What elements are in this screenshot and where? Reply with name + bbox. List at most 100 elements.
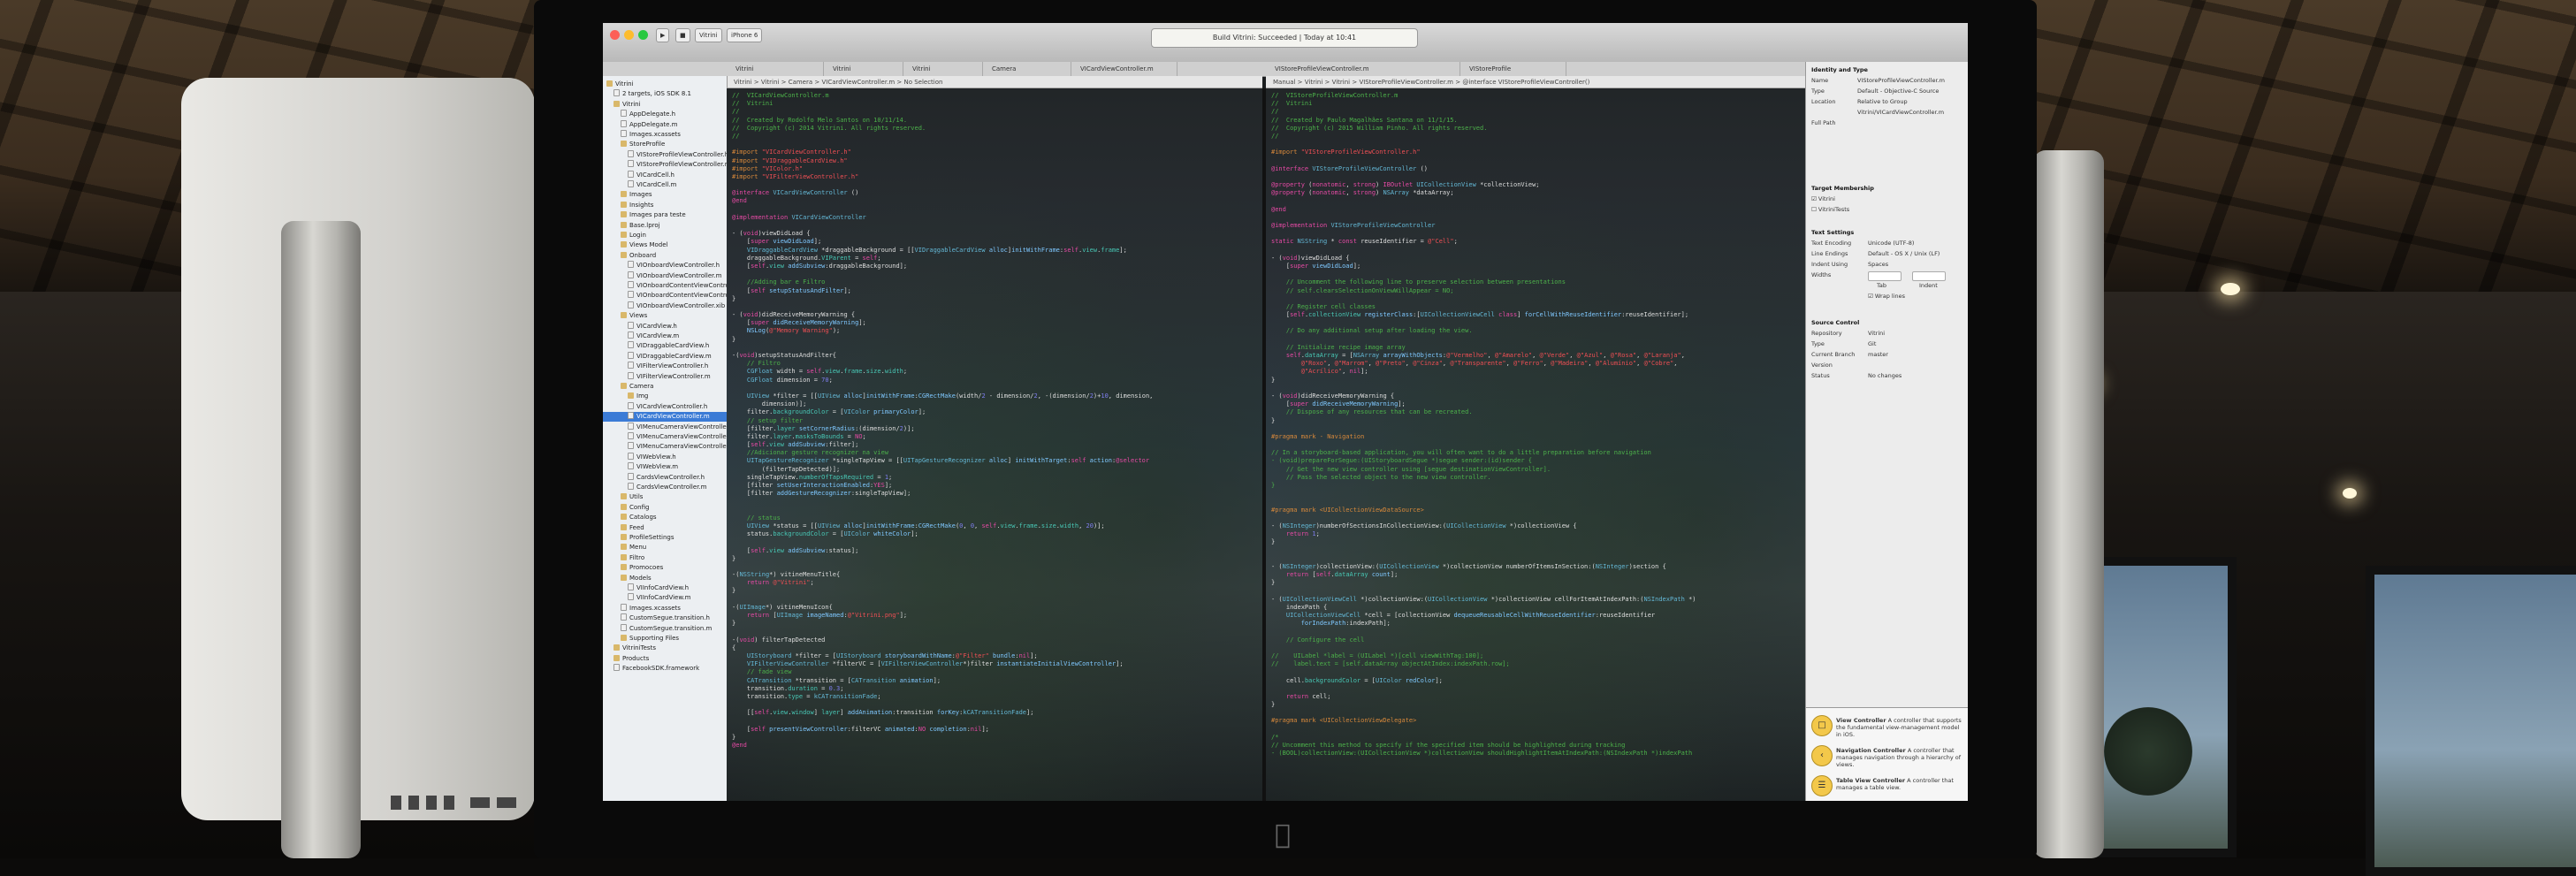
navigator-item[interactable]: VIOnboardViewController.xib [603, 301, 727, 311]
code-text[interactable]: // VIStoreProfileViewController.m// Vitr… [1266, 88, 1805, 801]
navigator-item[interactable]: VIDraggableCardView.m [603, 351, 727, 362]
navigator-item[interactable]: Base.lproj [603, 221, 727, 231]
navigator-item[interactable]: AppDelegate.m [603, 119, 727, 130]
navigator-item[interactable]: FacebookSDK.framework [603, 664, 727, 674]
wrap-lines-checkbox[interactable]: ☑ Wrap lines [1868, 292, 1905, 301]
destination-selector[interactable]: iPhone 6 [727, 28, 763, 42]
navigator-item[interactable]: VIFilterViewController.m [603, 371, 727, 382]
navigator-item[interactable]: ProfileSettings [603, 533, 727, 543]
tab-vitrini-3[interactable]: Vitrini [903, 62, 983, 76]
minimize-icon[interactable] [624, 30, 634, 40]
navigator-item[interactable]: VIWebView.h [603, 452, 727, 462]
navigator-item[interactable]: VICardCell.m [603, 180, 727, 190]
navigator-item[interactable]: VIOnboardContentViewController.m [603, 291, 727, 301]
indent-select[interactable]: Spaces [1868, 260, 1888, 270]
library-item[interactable]: ‹ Navigation Controller A controller tha… [1810, 742, 1965, 768]
navigator-item[interactable]: 2 targets, iOS SDK 8.1 [603, 89, 727, 99]
navigator-item[interactable]: VICardCell.h [603, 170, 727, 180]
navigator-item[interactable]: CardsViewController.h [603, 472, 727, 483]
navigator-item[interactable]: Views [603, 311, 727, 321]
encoding-select[interactable]: Unicode (UTF-8) [1868, 239, 1914, 248]
breadcrumb-right[interactable]: Manual > Vitrini > Vitrini > VIStoreProf… [1266, 76, 1805, 88]
run-button[interactable]: ▶ [656, 28, 670, 42]
navigator-item[interactable]: VICardView.m [603, 331, 727, 341]
navigator-item[interactable]: VIDraggableCardView.h [603, 341, 727, 351]
code-line: } [1271, 538, 1276, 546]
navigator-item[interactable]: Catalogs [603, 513, 727, 522]
code-text[interactable]: // VICardViewController.m// Vitrini//// … [727, 88, 1262, 801]
tab-store-profile[interactable]: VIStoreProfileViewController.m [1266, 62, 1460, 76]
navigator-item[interactable]: Products [603, 654, 727, 664]
navigator-item[interactable]: VICardViewController.m [603, 412, 727, 423]
type-select[interactable]: Default - Objective-C Source [1857, 87, 1939, 96]
navigator-item[interactable]: Images.xcassets [603, 130, 727, 140]
navigator-item[interactable]: VIOnboardViewController.h [603, 261, 727, 270]
endings-select[interactable]: Default - OS X / Unix (LF) [1868, 249, 1940, 259]
navigator-item[interactable]: VIStoreProfileViewController.m [603, 160, 727, 170]
navigator-item[interactable]: Vitrini [603, 80, 727, 89]
navigator-item[interactable]: VIOnboardViewController.m [603, 270, 727, 281]
target-vitrini-checkbox[interactable]: ☑ Vitrini [1811, 194, 1835, 204]
file-icon [614, 664, 620, 672]
tab-vitrini[interactable]: Vitrini [727, 62, 824, 76]
navigator-item[interactable]: Images.xcassets [603, 603, 727, 613]
code-line: return [UIImage imageNamed:@"Vitrini.png… [746, 612, 908, 619]
navigator-item[interactable]: VIOnboardContentViewController.h [603, 281, 727, 291]
navigator-item[interactable]: Feed [603, 523, 727, 533]
navigator-item[interactable]: VIFilterViewController.h [603, 362, 727, 371]
navigator-item[interactable]: Filtro [603, 553, 727, 563]
navigator-item[interactable]: Images para teste [603, 210, 727, 220]
indent-width-field[interactable] [1912, 271, 1946, 281]
breadcrumb-left[interactable]: Vitrini > Vitrini > Camera > VICardViewC… [727, 76, 1262, 88]
name-value[interactable]: VIStoreProfileViewController.m [1857, 76, 1945, 86]
tab-store-profile-2[interactable]: VIStoreProfile [1460, 62, 1566, 76]
navigator-item[interactable]: Onboard [603, 251, 727, 261]
close-icon[interactable] [610, 30, 620, 40]
navigator-item[interactable]: VICardViewController.h [603, 401, 727, 412]
navigator-item[interactable]: VICardView.h [603, 321, 727, 331]
navigator-item[interactable]: Menu [603, 543, 727, 552]
navigator-item[interactable]: Utils [603, 492, 727, 502]
navigator-item[interactable]: Insights [603, 201, 727, 210]
navigator-item[interactable]: VIWebView.m [603, 462, 727, 472]
navigator-item[interactable]: CustomSegue.transition.h [603, 613, 727, 623]
target-tests-checkbox[interactable]: ☐ VitriniTests [1811, 205, 1849, 215]
navigator-item[interactable]: Models [603, 574, 727, 583]
code-editor-right[interactable]: // VIStoreProfileViewController.m// Vitr… [1266, 88, 1805, 801]
tab-camera[interactable]: Camera [983, 62, 1071, 76]
code-line: transition.type = kCATransitionFade; [732, 692, 881, 700]
library-item[interactable]: □ View Controller A controller that supp… [1810, 712, 1965, 738]
navigator-item[interactable]: Views Model [603, 240, 727, 250]
location-select[interactable]: Relative to Group [1857, 97, 1908, 107]
navigator-item[interactable]: Promocoes [603, 563, 727, 573]
tab-card-view-controller[interactable]: VICardViewController.m [1071, 62, 1177, 76]
navigator-item[interactable]: Supporting Files [603, 634, 727, 644]
navigator-item[interactable]: VIInfoCardView.m [603, 593, 727, 603]
stop-button[interactable]: ■ [675, 28, 690, 42]
zoom-icon[interactable] [638, 30, 648, 40]
navigator-item[interactable]: VIMenuCameraViewController.h [603, 422, 727, 432]
navigator-item[interactable]: AppDelegate.h [603, 110, 727, 119]
navigator-item[interactable]: Login [603, 231, 727, 240]
navigator-item[interactable]: VIStoreProfileViewController.h [603, 149, 727, 160]
navigator-item[interactable]: Vitrini [603, 100, 727, 110]
navigator-item[interactable]: Img [603, 392, 727, 401]
navigator-item[interactable]: VIMenuCameraViewController.m [603, 432, 727, 442]
navigator-item[interactable]: VIInfoCardView.h [603, 583, 727, 593]
tab-vitrini-2[interactable]: Vitrini [824, 62, 903, 76]
navigator-item[interactable]: Images [603, 190, 727, 200]
navigator-item[interactable]: StoreProfile [603, 140, 727, 149]
tab-width-field[interactable] [1868, 271, 1902, 281]
scheme-selector[interactable]: Vitrini [695, 28, 722, 42]
navigator-item[interactable]: VIMenuCameraViewController.xib [603, 442, 727, 452]
navigator-item[interactable]: CustomSegue.transition.m [603, 623, 727, 634]
navigator-item[interactable]: VitriniTests [603, 644, 727, 653]
navigator-item[interactable]: Camera [603, 382, 727, 392]
library-item[interactable]: ☰ Table View Controller A controller tha… [1810, 772, 1965, 798]
navigator-item[interactable]: CardsViewController.m [603, 483, 727, 492]
code-editor-left[interactable]: // VICardViewController.m// Vitrini//// … [727, 88, 1262, 801]
navigator-item[interactable]: Config [603, 503, 727, 513]
navigator-item-label: CustomSegue.transition.h [629, 614, 710, 622]
